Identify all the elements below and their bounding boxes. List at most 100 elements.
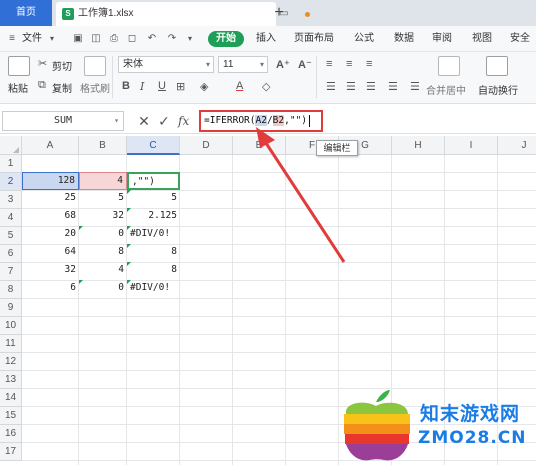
chevron-down-icon[interactable]: ▾ (46, 33, 58, 45)
formula-input[interactable]: =IFERROR(A2/B2,"") (199, 110, 323, 132)
column-header-c[interactable]: C (127, 136, 180, 155)
copy-button[interactable]: 复制 (52, 80, 72, 95)
cell-b5[interactable]: 0 (79, 226, 127, 244)
print-preview-icon[interactable]: ◻ (126, 33, 138, 45)
italic-icon[interactable]: I (140, 80, 144, 93)
align-bottom-icon[interactable]: ≡ (366, 58, 372, 70)
cell-b6[interactable]: 8 (79, 244, 127, 262)
wrap-text-button[interactable]: 自动换行 (478, 82, 518, 97)
wrap-text-icon[interactable] (486, 56, 508, 76)
print-icon[interactable]: ⎙ (108, 33, 120, 45)
cut-button[interactable]: 剪切 (52, 58, 72, 73)
name-box[interactable]: SUM ▾ (2, 111, 124, 131)
column-header-a[interactable]: A (22, 136, 79, 155)
cell-a8[interactable]: 6 (22, 280, 79, 298)
cell-a6[interactable]: 64 (22, 244, 79, 262)
redo-icon[interactable]: ↷ (166, 33, 178, 45)
row-header-6[interactable]: 6 (0, 245, 22, 263)
row-header-16[interactable]: 16 (0, 425, 22, 443)
cell-a2[interactable]: 128 (22, 172, 79, 190)
tab-start[interactable]: 开始 (208, 31, 244, 47)
column-header-e[interactable]: E (233, 136, 286, 155)
font-name-select[interactable]: 宋体 ▾ (118, 56, 214, 73)
format-painter-button[interactable]: 格式刷 (80, 80, 110, 95)
select-all-corner[interactable] (0, 136, 22, 155)
export-pdf-icon[interactable]: ◫ (90, 33, 102, 45)
bold-icon[interactable]: B (122, 80, 130, 92)
font-color-icon[interactable]: A (236, 80, 243, 92)
align-top-icon[interactable]: ≡ (326, 58, 332, 70)
row-header-3[interactable]: 3 (0, 191, 22, 209)
border-icon[interactable]: ⊞ (176, 80, 185, 93)
column-header-i[interactable]: I (445, 136, 498, 155)
row-header-8[interactable]: 8 (0, 281, 22, 299)
home-tab[interactable]: 首页 (0, 0, 52, 26)
clear-format-icon[interactable]: ◇ (262, 80, 270, 93)
row-header-9[interactable]: 9 (0, 299, 22, 317)
insert-function-icon[interactable]: fx (178, 112, 194, 130)
cell-c8[interactable]: #DIV/0! (127, 280, 180, 298)
cell-b3[interactable]: 5 (79, 190, 127, 208)
tab-insert[interactable]: 插入 (256, 26, 276, 52)
font-size-select[interactable]: 11 ▾ (218, 56, 268, 73)
save-icon[interactable]: ▣ (72, 33, 84, 45)
align-right-icon[interactable]: ☰ (366, 80, 376, 93)
cell-b4[interactable]: 32 (79, 208, 127, 226)
confirm-icon[interactable]: ✓ (156, 112, 172, 130)
tab-security[interactable]: 安全 (510, 26, 530, 52)
column-header-j[interactable]: J (498, 136, 536, 155)
tab-page-layout[interactable]: 页面布局 (294, 26, 334, 52)
cell-c6[interactable]: 8 (127, 244, 180, 262)
row-header-14[interactable]: 14 (0, 389, 22, 407)
cell-c3[interactable]: 5 (127, 190, 180, 208)
tab-data[interactable]: 数据 (394, 26, 414, 52)
row-header-10[interactable]: 10 (0, 317, 22, 335)
cell-c2[interactable]: ,"") (127, 172, 180, 190)
align-middle-icon[interactable]: ≡ (346, 58, 352, 70)
row-header-17[interactable]: 17 (0, 443, 22, 461)
workbook-tab[interactable]: S 工作簿1.xlsx ▭ (56, 2, 310, 26)
row-header-5[interactable]: 5 (0, 227, 22, 245)
row-header-4[interactable]: 4 (0, 209, 22, 227)
row-header-13[interactable]: 13 (0, 371, 22, 389)
cell-b8[interactable]: 0 (79, 280, 127, 298)
new-tab-button[interactable]: + (270, 3, 288, 23)
hamburger-menu-icon[interactable]: ≡ (6, 33, 18, 45)
decrease-font-icon[interactable]: A⁻ (298, 58, 312, 71)
cell-b7[interactable]: 4 (79, 262, 127, 280)
underline-icon[interactable]: U (158, 80, 166, 92)
paste-icon[interactable] (8, 56, 30, 76)
row-header-1[interactable]: 1 (0, 155, 22, 173)
tab-view[interactable]: 视图 (472, 26, 492, 52)
undo-icon[interactable]: ↶ (146, 33, 158, 45)
cell-c5[interactable]: #DIV/0! (127, 226, 180, 244)
paste-button-label[interactable]: 粘贴 (8, 80, 28, 95)
row-header-11[interactable]: 11 (0, 335, 22, 353)
row-header-2[interactable]: 2 (0, 173, 22, 191)
scissors-icon[interactable]: ✂ (38, 57, 47, 70)
file-menu[interactable]: 文件 (22, 26, 42, 52)
increase-font-icon[interactable]: A⁺ (276, 58, 290, 71)
cell-c4[interactable]: 2.125 (127, 208, 180, 226)
align-center-icon[interactable]: ☰ (346, 80, 356, 93)
cell-a3[interactable]: 25 (22, 190, 79, 208)
row-header-7[interactable]: 7 (0, 263, 22, 281)
tab-formulas[interactable]: 公式 (354, 26, 374, 52)
cell-a5[interactable]: 20 (22, 226, 79, 244)
justify-icon[interactable]: ☰ (388, 80, 398, 93)
cell-b2[interactable]: 4 (79, 172, 127, 190)
row-header-12[interactable]: 12 (0, 353, 22, 371)
cell-c7[interactable]: 8 (127, 262, 180, 280)
copy-icon[interactable]: ⧉ (38, 79, 46, 92)
align-left-icon[interactable]: ☰ (326, 80, 336, 93)
quick-access-chevron-icon[interactable]: ▾ (184, 33, 196, 45)
fill-color-icon[interactable]: ◈ (200, 80, 208, 93)
distributed-icon[interactable]: ☰ (410, 80, 420, 93)
cell-a4[interactable]: 68 (22, 208, 79, 226)
cancel-icon[interactable]: ✕ (136, 112, 152, 130)
cell-a7[interactable]: 32 (22, 262, 79, 280)
merge-center-icon[interactable] (438, 56, 460, 76)
row-header-15[interactable]: 15 (0, 407, 22, 425)
format-painter-icon[interactable] (84, 56, 106, 76)
column-header-b[interactable]: B (79, 136, 127, 155)
